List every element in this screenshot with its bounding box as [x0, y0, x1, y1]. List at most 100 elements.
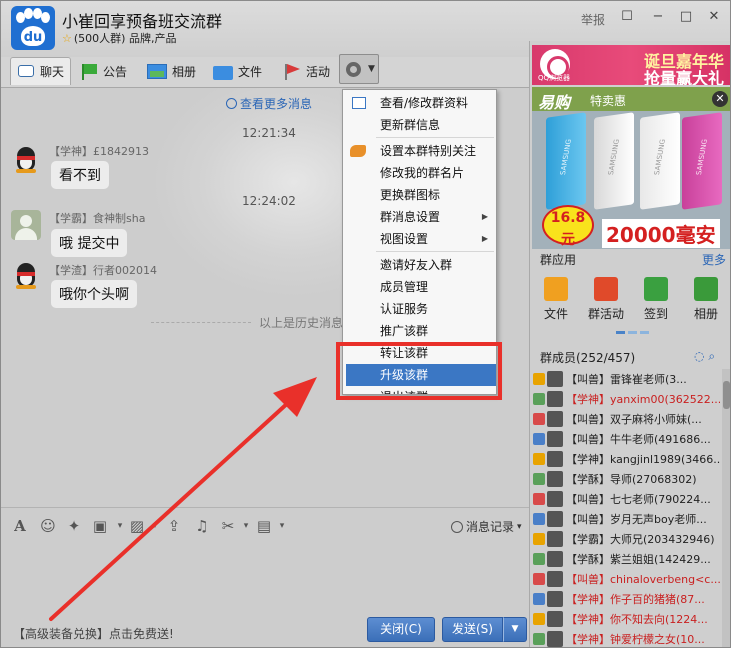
member-row[interactable]: 【叫兽】雷锋崔老师(3... [530, 369, 720, 389]
promo-link[interactable]: 【高级装备兑换】点击免费送! [13, 625, 174, 642]
member-row[interactable]: 【学神】yanxim00(362522... [530, 389, 720, 409]
more-settings-button[interactable]: ▼ [339, 54, 379, 84]
app-album-label: 相册 [693, 307, 718, 321]
gift-icon[interactable]: ▣ [91, 517, 109, 535]
app-album[interactable]: 相册 [686, 277, 726, 322]
message-bubble: 哦你个头啊 [51, 280, 137, 308]
menu-item-label: 更新群信息 [380, 118, 441, 132]
menu-item[interactable]: 推广该群 [343, 320, 496, 342]
message-sender[interactable]: 【学神】£1842913 [49, 143, 149, 159]
menu-item-label: 邀请好友入群 [380, 258, 453, 272]
pager-dot[interactable] [640, 331, 649, 334]
member-list[interactable]: 【叫兽】雷锋崔老师(3... 【学神】yanxim00(362522... 【叫兽】… [530, 369, 720, 647]
member-level-icon [533, 393, 545, 405]
avatar[interactable] [11, 260, 41, 290]
image-icon[interactable]: ▨ [128, 517, 146, 535]
menu-item[interactable]: 修改我的群名片 [343, 162, 496, 184]
menu-item-label: 认证服务 [380, 302, 429, 316]
menu-item[interactable]: 认证服务 [343, 298, 496, 320]
member-row[interactable]: 【叫兽】牛牛老师(491686... [530, 429, 720, 449]
gift-dropdown-icon[interactable]: ▾ [111, 517, 129, 535]
menu-item[interactable]: 邀请好友入群 [343, 254, 496, 276]
tab-activity[interactable]: 活动 [283, 57, 330, 85]
send-options-button[interactable]: ▼ [503, 617, 527, 642]
app-files[interactable]: 文件 [536, 277, 576, 322]
pager-dot[interactable] [628, 331, 637, 334]
member-level-icon [533, 633, 545, 645]
music-icon[interactable]: ♫ [193, 517, 211, 535]
scissors-dropdown-icon[interactable]: ▾ [237, 517, 255, 535]
skin-button[interactable]: ☐ [618, 9, 636, 25]
more-tools-dropdown-icon[interactable]: ▾ [273, 517, 291, 535]
close-button[interactable]: 关闭(C) [367, 617, 435, 642]
avatar [547, 451, 563, 467]
member-row[interactable]: 【叫兽】chinaloverbeng<c... [530, 569, 720, 589]
logo-du-text: du [23, 30, 43, 45]
minimize-button[interactable]: − [649, 9, 667, 25]
scrollbar-thumb[interactable] [723, 381, 730, 409]
send-button[interactable]: 发送(S) [442, 617, 503, 642]
member-row[interactable]: 【学神】作子百的猪猪(87... [530, 589, 720, 609]
apps-more-link[interactable]: 更多 [702, 251, 726, 268]
emoji-icon[interactable]: ☺ [39, 517, 57, 535]
member-row[interactable]: 【学霸】大师兄(203432946) [530, 529, 720, 549]
avatar[interactable] [11, 144, 41, 174]
tab-album[interactable]: 相册 [147, 57, 196, 85]
scissors-icon[interactable]: ✂ [219, 517, 237, 535]
message-record-button[interactable]: 消息记录 ▾ [451, 518, 522, 535]
avatar [547, 431, 563, 447]
member-row[interactable]: 【叫兽】双子麻将小师妹(... [530, 409, 720, 429]
report-link[interactable]: 举报 [581, 11, 605, 28]
upload-icon[interactable]: ⇪ [165, 517, 183, 535]
shopping-ad[interactable]: 易购 特卖惠 ✕ SAMSUNG SAMSUNG SAMSUNG SAMSUNG… [532, 87, 730, 249]
tab-files[interactable]: 文件 [213, 57, 262, 85]
message-input[interactable] [1, 543, 529, 613]
ad-header: 易购 特卖惠 [532, 87, 730, 112]
flag-icon [80, 63, 98, 80]
menu-item[interactable]: 视图设置 ▶ [343, 228, 496, 250]
member-name: 【学酥】紫兰姐姐(142429... [566, 553, 711, 566]
group-logo[interactable]: du [11, 6, 55, 50]
member-level-icon [533, 433, 545, 445]
member-scrollbar[interactable] [722, 369, 730, 647]
app-checkin[interactable]: 签到 [636, 277, 676, 322]
menu-item[interactable]: 更换群图标 [343, 184, 496, 206]
pennant-icon [283, 63, 301, 80]
message-sender[interactable]: 【学霸】食神制sha [49, 210, 145, 226]
maximize-button[interactable]: □ [677, 9, 695, 25]
member-row[interactable]: 【学酥】导师(27068302) [530, 469, 720, 489]
tab-chat[interactable]: 聊天 [10, 57, 72, 85]
penguin-feet [16, 169, 36, 173]
member-row[interactable]: 【叫兽】七七老师(790224... [530, 489, 720, 509]
app-checkin-label: 签到 [643, 307, 668, 321]
more-tools-icon[interactable]: ▤ [255, 517, 273, 535]
image-dropdown-icon[interactable]: ▾ [146, 517, 164, 535]
message-time: 12:21:34 [242, 126, 296, 140]
pager-dot[interactable] [616, 331, 625, 334]
font-icon[interactable]: A [11, 517, 29, 535]
ad-caption: 20000毫安 [602, 219, 720, 248]
close-icon[interactable]: ✕ [712, 91, 728, 107]
tab-chat-label: 聊天 [40, 65, 65, 79]
member-row[interactable]: 【学酥】紫兰姐姐(142429... [530, 549, 720, 569]
chat-bubble-icon[interactable]: ◌ [694, 349, 704, 363]
avatar[interactable] [11, 210, 41, 240]
menu-item[interactable]: 更新群信息 [343, 114, 496, 136]
search-icon[interactable]: ⌕ [708, 349, 715, 363]
magic-wand-icon[interactable]: ✦ [65, 517, 83, 535]
member-row[interactable]: 【叫兽】岁月无声boy老师... [530, 509, 720, 529]
tab-announcement[interactable]: 公告 [80, 57, 127, 85]
message-sender[interactable]: 【学渣】行者002014 [49, 262, 157, 278]
member-row[interactable]: 【学神】钟爱柠檬之女(10... [530, 629, 720, 647]
browser-ad-banner[interactable]: QQ浏览器 诞旦嘉年华 抢量赢大礼 [532, 45, 730, 85]
view-more-messages-link[interactable]: 查看更多消息 [226, 95, 312, 112]
menu-item[interactable]: 成员管理 [343, 276, 496, 298]
member-level-icon [533, 573, 545, 585]
member-row[interactable]: 【学神】kangjinl1989(3466... [530, 449, 720, 469]
close-window-button[interactable]: ✕ [705, 9, 723, 25]
app-group-activity[interactable]: 群活动 [586, 277, 626, 322]
member-level-icon [533, 453, 545, 465]
member-row[interactable]: 【学神】你不知去向(1224... [530, 609, 720, 629]
apps-pager[interactable] [616, 331, 649, 334]
menu-item[interactable]: 群消息设置 ▶ [343, 206, 496, 228]
